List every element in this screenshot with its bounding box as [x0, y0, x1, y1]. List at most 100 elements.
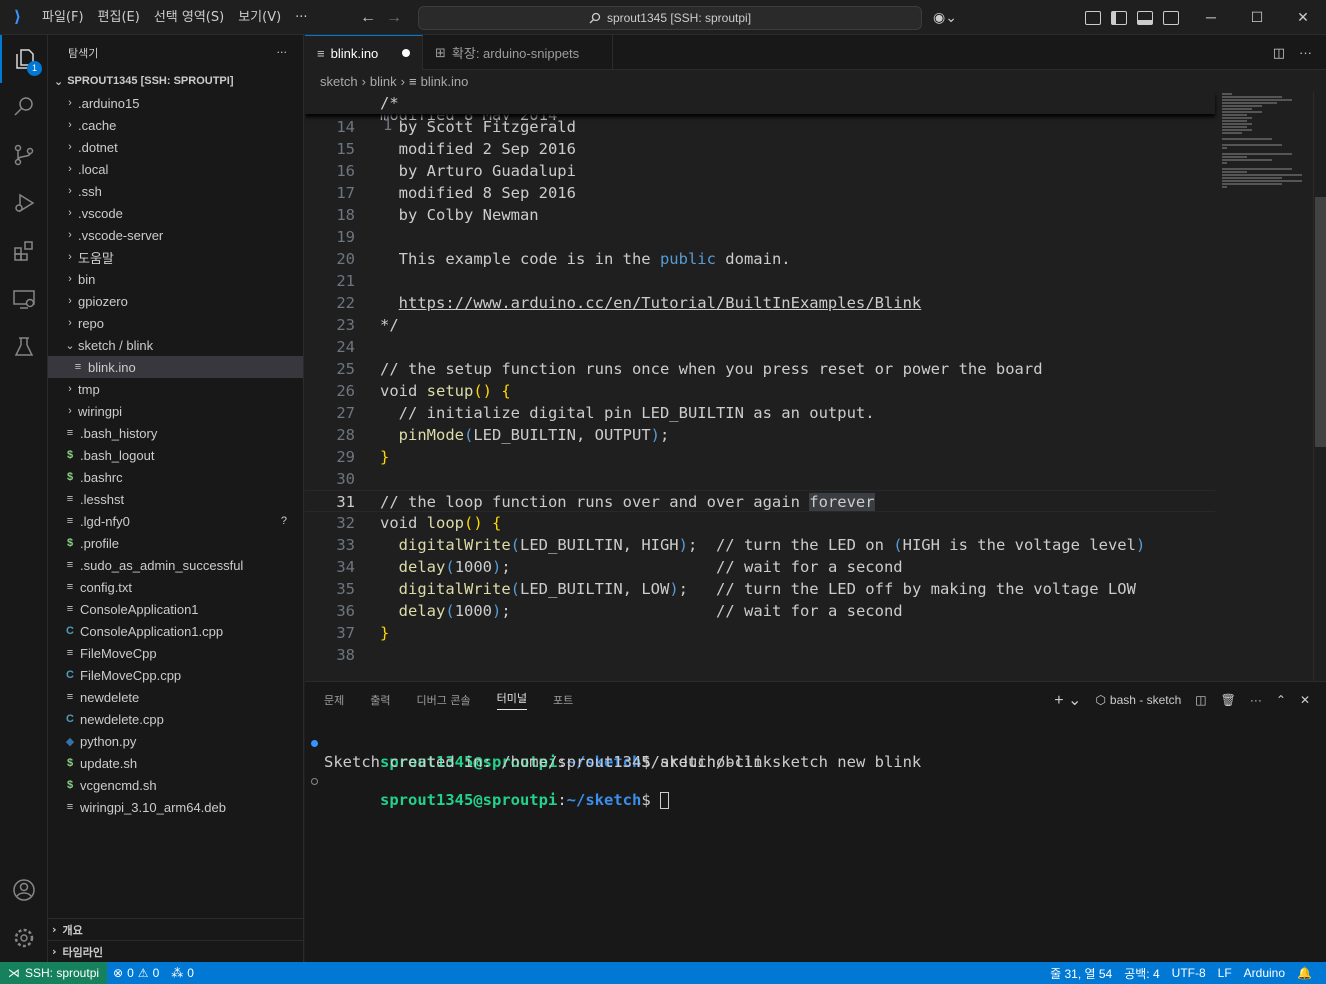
tree-item[interactable]: ⌄ sketch / blink	[48, 334, 303, 356]
tree-item[interactable]: › wiringpi	[48, 400, 303, 422]
menu-more[interactable]: ···	[288, 0, 314, 35]
code-line[interactable]: 16 by Arturo Guadalupi	[305, 160, 1215, 182]
menu-file[interactable]: 파일(F)	[35, 0, 91, 35]
code-line[interactable]: 33 digitalWrite(LED_BUILTIN, HIGH); // t…	[305, 534, 1215, 556]
tree-item[interactable]: ≡ .lgd-nfy0?	[48, 510, 303, 532]
testing-icon[interactable]	[0, 323, 48, 371]
tree-item[interactable]: C FileMoveCpp.cpp	[48, 664, 303, 686]
code-line[interactable]: 20 This example code is in the public do…	[305, 248, 1215, 270]
editor-scrollbar[interactable]	[1313, 92, 1326, 681]
menu-edit[interactable]: 편집(E)	[91, 0, 147, 35]
tab-extension-arduino-snippets[interactable]: ⊞ 확장: arduino-snippets	[423, 35, 613, 70]
unsaved-dot-icon[interactable]	[402, 49, 410, 57]
code-line[interactable]: 23 */	[305, 314, 1215, 336]
sticky-scroll-line[interactable]: 1 /*	[305, 92, 1215, 134]
editor-more-icon[interactable]: ···	[1299, 45, 1312, 60]
code-line[interactable]: 21	[305, 270, 1215, 292]
tab-output[interactable]: 출력	[370, 692, 390, 708]
tree-item[interactable]: $ .bash_logout	[48, 444, 303, 466]
tree-item[interactable]: › .arduino15	[48, 92, 303, 114]
command-success-dot-icon[interactable]	[311, 740, 318, 747]
sidebar-more-icon[interactable]: ···	[277, 46, 288, 59]
code-line[interactable]: 29}	[305, 446, 1215, 468]
trash-icon[interactable]: 🗑	[1221, 693, 1236, 707]
forward-arrow-icon[interactable]: →	[386, 9, 402, 27]
tab-blink-ino[interactable]: ≡ blink.ino	[305, 35, 423, 70]
breadcrumb-item[interactable]: sketch	[320, 74, 358, 89]
extensions-icon[interactable]	[0, 227, 48, 275]
tab-debug-console[interactable]: 디버그 콘솔	[417, 692, 471, 708]
code-editor[interactable]: 1/* modified 8 May 2014 14 by Scott Fitz…	[305, 92, 1313, 681]
tree-item[interactable]: ≡ newdelete	[48, 686, 303, 708]
code-line[interactable]: 35 digitalWrite(LED_BUILTIN, LOW); // tu…	[305, 578, 1215, 600]
run-debug-icon[interactable]	[0, 179, 48, 227]
tree-item[interactable]: › 도움말	[48, 246, 303, 268]
code-line[interactable]: 32 void loop() {	[305, 512, 1215, 534]
settings-gear-icon[interactable]	[0, 914, 48, 962]
cursor-position[interactable]: 줄 31, 열 54	[1044, 965, 1118, 982]
tree-item[interactable]: $ .bashrc	[48, 466, 303, 488]
tree-item[interactable]: › .cache	[48, 114, 303, 136]
tree-item[interactable]: ≡ wiringpi_3.10_arm64.deb	[48, 796, 303, 818]
terminal-name[interactable]: bash - sketch	[1110, 693, 1181, 707]
code-line[interactable]: 30	[305, 468, 1215, 490]
tree-item[interactable]: › bin	[48, 268, 303, 290]
code-line[interactable]: 26 void setup() {	[305, 380, 1215, 402]
code-line[interactable]: 31 // the loop function runs over and ove…	[305, 490, 1215, 512]
tree-item[interactable]: Cnewdelete.cpp	[48, 708, 303, 730]
close-icon[interactable]: ✕	[1280, 0, 1326, 35]
panel-more-icon[interactable]: ···	[1250, 693, 1262, 707]
tree-item[interactable]: › .local	[48, 158, 303, 180]
code-line[interactable]: 25 // the setup function runs once when y…	[305, 358, 1215, 380]
code-line[interactable]: 24	[305, 336, 1215, 358]
tree-item[interactable]: › .vscode	[48, 202, 303, 224]
terminal-output[interactable]: sprout1345@sproutpi:~/sketch$ arduino-cl…	[305, 734, 921, 809]
tree-item[interactable]: ≡ .sudo_as_admin_successful	[48, 554, 303, 576]
tree-item[interactable]: › repo	[48, 312, 303, 334]
tree-item[interactable]: › gpiozero	[48, 290, 303, 312]
menu-view[interactable]: 보기(V)	[231, 0, 288, 35]
split-editor-icon[interactable]: ◫	[1273, 45, 1285, 61]
explorer-icon[interactable]: 1	[0, 35, 48, 83]
problems-indicator[interactable]: ⊗ 0 ⚠ 0	[107, 966, 165, 980]
tab-ports[interactable]: 포트	[553, 692, 573, 708]
breadcrumb-item[interactable]: blink	[370, 74, 397, 89]
remote-indicator[interactable]: ⋊ SSH: sproutpi	[0, 962, 108, 984]
customize-layout-icon[interactable]	[1085, 10, 1101, 25]
breadcrumb-item[interactable]: blink.ino	[421, 74, 469, 89]
menu-selection[interactable]: 선택 영역(S)	[147, 0, 231, 35]
tree-item[interactable]: ◆ python.py	[48, 730, 303, 752]
close-panel-icon[interactable]: ✕	[1300, 693, 1310, 707]
code-line[interactable]: 18 by Colby Newman	[305, 204, 1215, 226]
accounts-icon[interactable]	[0, 866, 48, 914]
tree-item[interactable]: C ConsoleApplication1.cpp	[48, 620, 303, 642]
maximize-panel-icon[interactable]: ⌃	[1276, 693, 1286, 707]
toggle-primary-sidebar-icon[interactable]	[1111, 10, 1127, 25]
code-line[interactable]: 36 delay(1000); // wait for a second	[305, 600, 1215, 622]
code-line[interactable]: 19	[305, 226, 1215, 248]
tree-item[interactable]: ≡ .lesshst	[48, 488, 303, 510]
encoding[interactable]: UTF-8	[1166, 966, 1212, 980]
end-of-line[interactable]: LF	[1212, 966, 1238, 980]
code-line[interactable]: 38	[305, 644, 1215, 666]
tree-item[interactable]: › .vscode-server	[48, 224, 303, 246]
command-pending-dot-icon[interactable]	[311, 778, 318, 785]
indentation[interactable]: 공백: 4	[1118, 965, 1165, 982]
tree-item[interactable]: › .ssh	[48, 180, 303, 202]
tab-terminal[interactable]: 터미널	[496, 690, 527, 710]
code-line[interactable]: 28 pinMode(LED_BUILTIN, OUTPUT);	[305, 424, 1215, 446]
split-terminal-icon[interactable]: ◫	[1195, 693, 1206, 707]
new-terminal-icon[interactable]: + ⌄	[1054, 690, 1081, 710]
tree-item[interactable]: › .dotnet	[48, 136, 303, 158]
notifications-bell-icon[interactable]: 🔔	[1291, 966, 1318, 980]
workspace-root[interactable]: ⌄ SPROUT1345 [SSH: SPROUTPI]	[48, 70, 303, 92]
toggle-panel-icon[interactable]	[1137, 10, 1153, 25]
timeline-section[interactable]: › 타임라인	[48, 940, 304, 962]
toggle-secondary-sidebar-icon[interactable]	[1163, 10, 1179, 25]
minimap[interactable]	[1218, 92, 1313, 188]
code-line[interactable]: 37}	[305, 622, 1215, 644]
code-line[interactable]: 15 modified 2 Sep 2016	[305, 138, 1215, 160]
tree-item[interactable]: ≡ .bash_history	[48, 422, 303, 444]
outline-section[interactable]: › 개요	[48, 918, 304, 940]
code-line[interactable]: 34 delay(1000); // wait for a second	[305, 556, 1215, 578]
